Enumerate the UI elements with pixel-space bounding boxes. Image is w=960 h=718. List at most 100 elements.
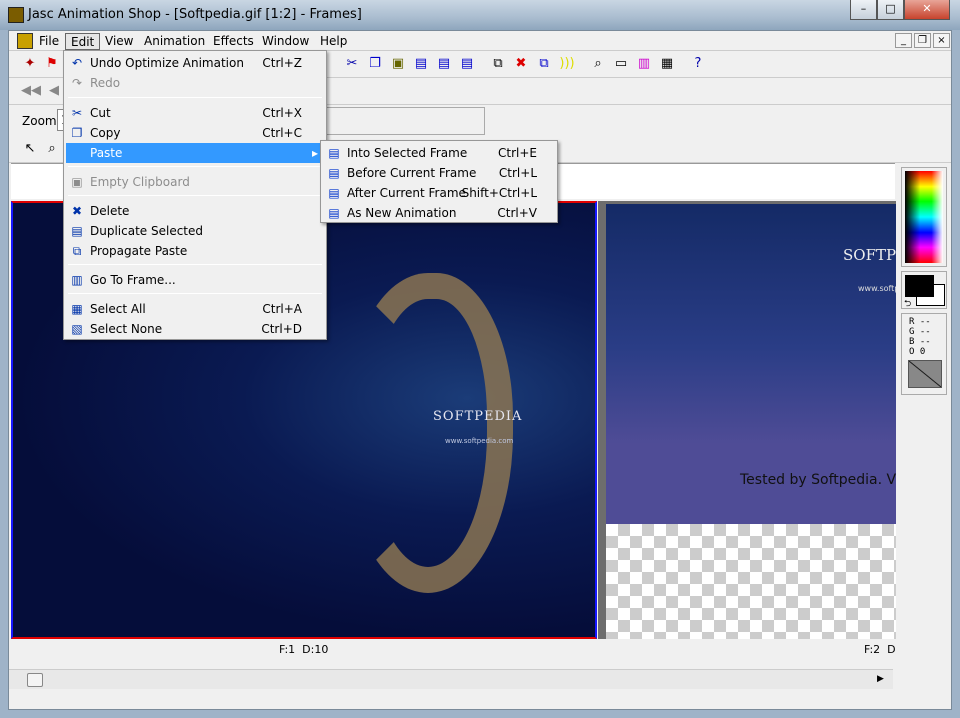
frame-2-brand: SOFTPE [843,246,896,264]
menu-window[interactable]: Window [257,33,314,50]
menu-item-label: Duplicate Selected [90,224,204,238]
mdi-restore-button[interactable]: ❐ [914,33,931,48]
document-icon[interactable] [17,33,33,49]
paste-after-icon[interactable]: ▤ [435,55,453,73]
menu-item-label: Before Current Frame [347,166,477,180]
filmstrip-icon[interactable]: ▦ [658,55,676,73]
clipboard-icon: ▣ [71,175,83,189]
propagate-icon[interactable]: ⧉ [535,55,553,73]
menu-separator [68,293,322,294]
close-button[interactable]: ✕ [904,0,950,20]
duplicate-icon[interactable]: ⧉ [489,55,507,73]
paste-icon: ▤ [328,206,340,220]
menu-item-select-none[interactable]: ▧ Select None Ctrl+D [66,319,324,339]
cut-icon[interactable]: ✂ [343,55,361,73]
submenu-item-after-current-frame[interactable]: ▤ After Current Frame Shift+Ctrl+L [323,183,555,203]
prev-frame-icon[interactable]: ◀ [45,82,63,100]
blank-icon [69,145,85,161]
magnifier-tool-icon[interactable]: ⌕ [43,140,61,158]
banner-icon[interactable]: ⚑ [43,55,61,73]
paste-before-icon[interactable]: ▤ [412,55,430,73]
frame-properties-icon[interactable]: ▭ [612,55,630,73]
menu-item-shortcut: Ctrl+D [261,322,302,336]
color-palette: ⮌ R -- G -- B -- O 0 [899,163,949,399]
select-none-icon: ▧ [71,322,83,336]
fg-bg-swatch[interactable]: ⮌ [901,271,947,309]
menu-help[interactable]: Help [315,33,352,50]
menu-item-shortcut: Ctrl+A [262,302,302,316]
redo-icon: ↷ [71,76,83,90]
menu-item-go-to-frame[interactable]: ▥ Go To Frame... [66,270,324,290]
menu-item-shortcut: Ctrl+V [497,206,537,220]
blue-value: B -- [909,337,931,347]
maximize-button[interactable]: □ [877,0,904,20]
color-picker[interactable] [901,167,947,267]
scissors-icon: ✂ [71,106,83,120]
arrow-tool-icon[interactable]: ↖ [21,140,39,158]
frame-1-url: www.softpedia.com [445,437,514,445]
transparent-area [606,524,896,639]
paste-submenu: ▤ Into Selected Frame Ctrl+E ▤ Before Curren… [320,140,558,223]
submenu-item-into-selected-frame[interactable]: ▤ Into Selected Frame Ctrl+E [323,143,555,163]
paste-icon: ▤ [328,166,340,180]
mdi-minimize-button[interactable]: _ [895,33,912,48]
menu-item-select-all[interactable]: ▦ Select All Ctrl+A [66,299,324,319]
menu-item-delete[interactable]: ✖ Delete [66,201,324,221]
paste-new-icon[interactable]: ▣ [389,55,407,73]
delete-icon[interactable]: ✖ [512,55,530,73]
opacity-value: O 0 [909,347,926,357]
menu-separator [68,166,322,167]
menu-bar: File Edit View Animation Effects Window … [9,31,951,51]
submenu-item-before-current-frame[interactable]: ▤ Before Current Frame Ctrl+L [323,163,555,183]
copy-icon[interactable]: ❐ [366,55,384,73]
palette-icon[interactable]: ▥ [635,55,653,73]
undo-icon: ↶ [71,56,83,70]
swap-colors-icon[interactable]: ⮌ [904,296,911,312]
menu-item-label: Delete [90,204,130,218]
help-pointer-icon[interactable]: ? [689,55,707,73]
menu-item-label: As New Animation [347,206,457,220]
menu-item-label: Cut [90,106,111,120]
mdi-close-button[interactable]: × [933,33,950,48]
menu-item-copy[interactable]: ❐ Copy Ctrl+C [66,123,324,143]
select-all-icon: ▦ [71,302,83,316]
menu-effects[interactable]: Effects [208,33,259,50]
menu-item-label: Paste [90,146,123,160]
menu-view[interactable]: View [100,33,138,50]
foreground-color[interactable] [905,275,934,297]
menu-item-paste[interactable]: Paste ▸ [66,143,324,163]
menu-animation[interactable]: Animation [139,33,210,50]
scroll-thumb[interactable] [27,673,43,687]
no-color-icon [908,360,942,388]
frame-2[interactable]: SOFTPE www.softpe Tested by Softpedia. V… [598,201,896,639]
minimize-button[interactable]: – [850,0,877,20]
window-title: Jasc Animation Shop - [Softpedia.gif [1:… [28,7,362,22]
menu-file[interactable]: File [34,33,64,50]
menu-separator [68,264,322,265]
edit-menu: ↶ Undo Optimize Animation Ctrl+Z ↷ Redo ✂ Cut C… [63,50,327,340]
menu-item-shortcut: Ctrl+L [498,166,537,180]
transition-icon[interactable]: ))) [558,55,576,73]
menu-item-label: Empty Clipboard [90,175,190,189]
zoom-label: Zoom: [22,114,61,128]
horizontal-scrollbar[interactable]: ▶ [9,669,893,689]
delete-frame-icon: ✖ [71,204,83,218]
first-frame-icon[interactable]: ◀◀ [21,82,41,100]
menu-item-duplicate-selected[interactable]: ▤ Duplicate Selected [66,221,324,241]
menu-item-shortcut: Ctrl+X [262,106,302,120]
menu-edit[interactable]: Edit [65,33,101,50]
duplicate-icon: ▤ [71,224,83,238]
paste-into-icon[interactable]: ▤ [458,55,476,73]
menu-item-cut[interactable]: ✂ Cut Ctrl+X [66,103,324,123]
menu-item-label: Undo Optimize Animation [90,56,244,70]
scroll-right-icon[interactable]: ▶ [877,674,884,684]
menu-item-shortcut: Ctrl+E [498,146,537,160]
menu-item-propagate-paste[interactable]: ⧉ Propagate Paste [66,241,324,261]
wizard-icon[interactable]: ✦ [21,55,39,73]
menu-item-undo-optimize-animation[interactable]: ↶ Undo Optimize Animation Ctrl+Z [66,53,324,73]
submenu-item-as-new-animation[interactable]: ▤ As New Animation Ctrl+V [323,203,555,223]
zoom-tool-icon[interactable]: ⌕ [589,55,607,73]
menu-item-redo[interactable]: ↷ Redo [66,73,324,93]
menu-item-empty-clipboard[interactable]: ▣ Empty Clipboard [66,172,324,192]
menu-item-label: Copy [90,126,121,140]
